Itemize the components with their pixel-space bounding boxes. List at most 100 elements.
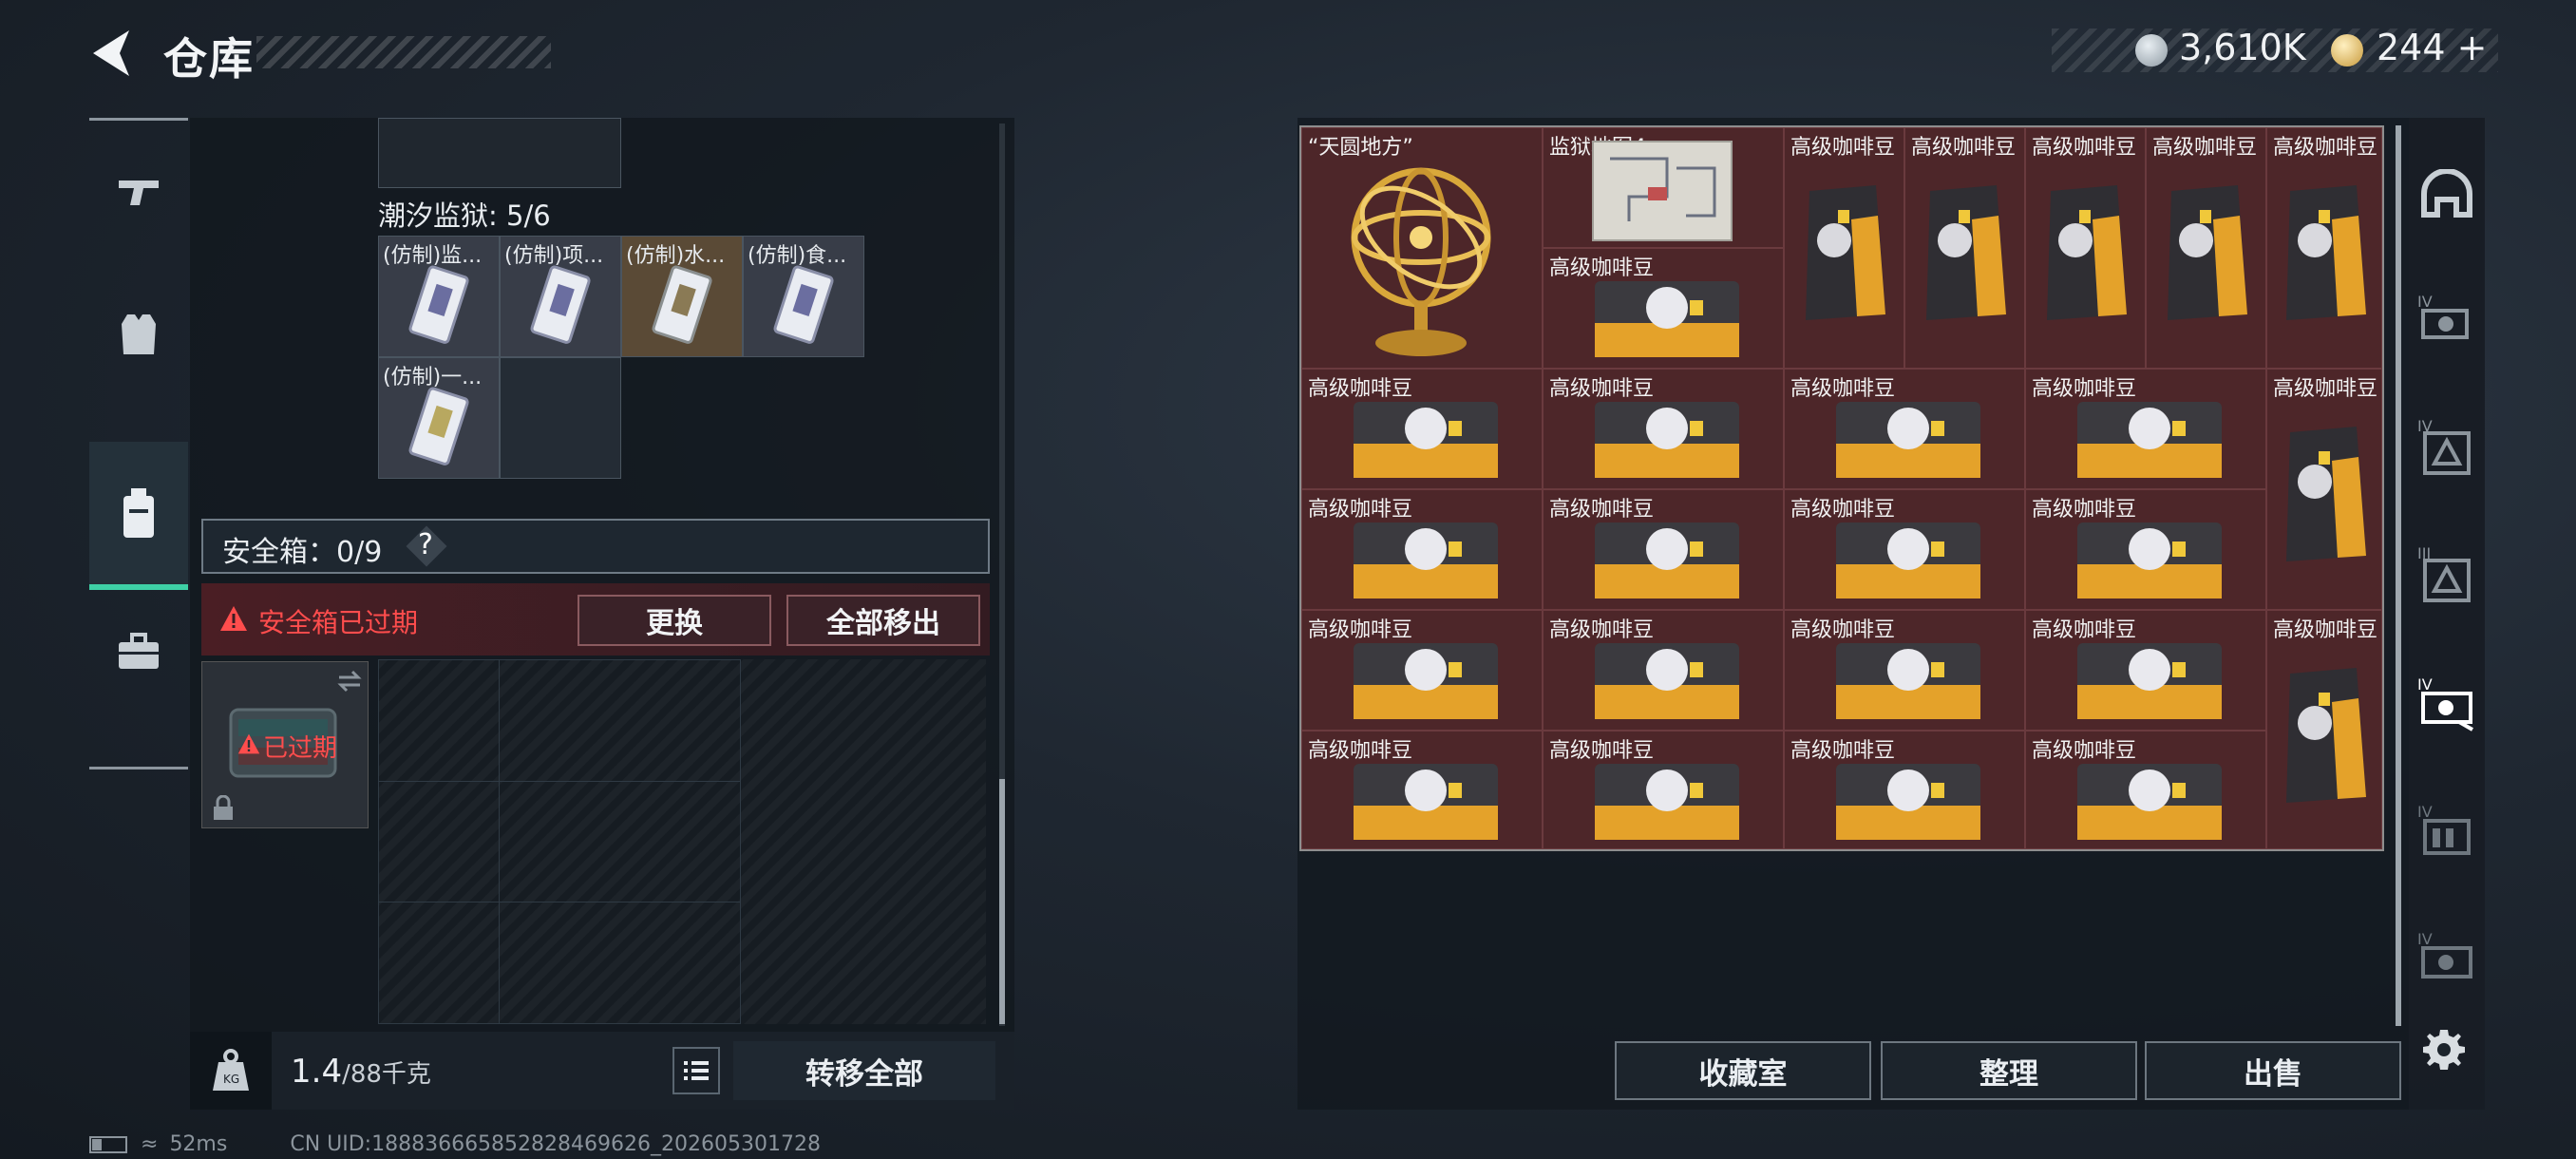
stash-item-coffee[interactable]: 高级咖啡豆 xyxy=(1301,610,1543,731)
stash-item-coffee[interactable]: 高级咖啡豆 xyxy=(2266,127,2382,369)
grid-cell-empty[interactable] xyxy=(378,118,621,188)
svg-text:IV: IV xyxy=(2417,293,2433,311)
stash-item-coffee[interactable]: 高级咖啡豆 xyxy=(1784,127,1904,369)
nav-weapon[interactable] xyxy=(89,121,188,263)
nav-backpack[interactable] xyxy=(89,442,188,590)
stash-item-coffee[interactable]: 高级咖啡豆 xyxy=(2266,610,2382,849)
coffee-bag-icon xyxy=(1354,643,1498,719)
nav-console2[interactable]: IV xyxy=(2409,910,2485,1005)
nav-storage[interactable]: IV xyxy=(2409,783,2485,878)
stash-item-coffee[interactable]: 高级咖啡豆 xyxy=(2025,489,2266,610)
title-stripe xyxy=(256,36,551,68)
sell-button[interactable]: 出售 xyxy=(2145,1041,2401,1100)
map-icon xyxy=(1592,141,1733,241)
swap-icon[interactable] xyxy=(335,670,364,693)
stash-item-coffee[interactable]: 高级咖啡豆 xyxy=(1543,731,1784,849)
stash-item-coffee[interactable]: 高级咖啡豆 xyxy=(1301,731,1543,849)
armillary-sphere-icon xyxy=(1351,167,1491,356)
console2-icon: IV xyxy=(2417,930,2472,978)
coffee-bag-icon xyxy=(2077,402,2222,478)
grid-cell-empty[interactable] xyxy=(500,357,621,479)
nav-armor[interactable] xyxy=(89,263,188,406)
list-icon[interactable] xyxy=(672,1047,720,1094)
ping-text: 52ms xyxy=(169,1132,228,1156)
prison-section-label: 潮汐监狱: 5/6 xyxy=(378,200,551,232)
stash-item-coffee[interactable]: 高级咖啡豆 xyxy=(1784,489,2025,610)
coffee-bag-icon xyxy=(2077,522,2222,598)
keycard-icon xyxy=(408,387,469,466)
stash-item-coffee[interactable]: 高级咖啡豆 xyxy=(1784,610,2025,731)
warning-icon xyxy=(237,733,260,754)
nav-tool2[interactable]: III xyxy=(2409,526,2485,621)
prison-item-3[interactable]: (仿制)水... xyxy=(621,236,743,357)
coffee-bag-icon xyxy=(1595,402,1739,478)
stash-item-coffee[interactable]: 高级咖啡豆 xyxy=(1301,489,1543,610)
nav-case[interactable] xyxy=(89,580,188,723)
wifi-icon: ≈ xyxy=(141,1132,159,1156)
transfer-all-button[interactable]: 转移全部 xyxy=(733,1041,995,1100)
stash-item-coffee[interactable]: 高级咖啡豆 xyxy=(2025,369,2266,489)
coffee-bag-icon xyxy=(2077,643,2222,719)
prison-item-2[interactable]: (仿制)项... xyxy=(500,236,621,357)
svg-text:IV: IV xyxy=(2417,930,2433,948)
stash-item-coffee[interactable]: 高级咖啡豆 xyxy=(1543,610,1784,731)
coffee-bag-icon xyxy=(1836,764,1980,840)
coffee-bag-icon xyxy=(1354,402,1498,478)
prison-item-5[interactable]: (仿制)一... xyxy=(378,357,500,479)
nav-tool[interactable]: IV xyxy=(2409,399,2485,494)
stash-item-coffee[interactable]: 高级咖啡豆 xyxy=(1543,489,1784,610)
gold-amount[interactable]: 244 + xyxy=(2377,27,2487,68)
prison-item-4[interactable]: (仿制)食... xyxy=(743,236,864,357)
move-all-out-button[interactable]: 全部移出 xyxy=(786,595,980,646)
stash-item-coffee[interactable]: 高级咖啡豆 xyxy=(1543,369,1784,489)
tool-icon: IV xyxy=(2417,417,2471,475)
left-nav xyxy=(89,118,188,770)
coffee-bag-upright-icon xyxy=(2286,185,2366,320)
back-arrow-icon[interactable] xyxy=(87,27,135,80)
stash-item-coffee[interactable]: 高级咖啡豆 xyxy=(1784,369,2025,489)
organize-button[interactable]: 整理 xyxy=(1881,1041,2137,1100)
weight-kg-icon: KG xyxy=(213,1049,249,1091)
storage-icon: IV xyxy=(2417,803,2471,855)
keycard-icon xyxy=(652,265,712,344)
page-title: 仓库 xyxy=(163,33,255,85)
coffee-bag-icon xyxy=(1836,402,1980,478)
safebox-item[interactable]: 已过期 xyxy=(201,661,369,828)
prison-item-1[interactable]: (仿制)监... xyxy=(378,236,500,357)
coffee-bag-upright-icon xyxy=(2286,427,2366,561)
right-scrollbar[interactable] xyxy=(2396,125,2401,1026)
svg-text:KG: KG xyxy=(223,1073,239,1086)
weight-display: 1.4/88千克 xyxy=(291,1053,431,1091)
nav-helmet[interactable] xyxy=(2409,146,2485,241)
stash-item-coffee[interactable]: 高级咖啡豆 xyxy=(2025,127,2146,369)
left-scrollbar-thumb[interactable] xyxy=(999,779,1005,1024)
camera-icon: IV xyxy=(2417,293,2469,339)
stash-item-coffee[interactable]: 高级咖啡豆 xyxy=(1904,127,2025,369)
console-icon: IV xyxy=(2417,675,2473,732)
briefcase-icon xyxy=(119,633,159,669)
lock-icon xyxy=(214,795,233,820)
stash-item-coffee[interactable]: 高级咖啡豆 xyxy=(2025,731,2266,849)
gun-icon xyxy=(119,180,159,205)
vest-icon xyxy=(122,314,156,354)
settings-gear-icon[interactable] xyxy=(2420,1026,2468,1074)
safebox-item-status: 已过期 xyxy=(263,734,338,763)
coffee-bag-icon xyxy=(1595,643,1739,719)
stash-item-coffee[interactable]: 高级咖啡豆 xyxy=(2266,369,2382,610)
helmet-icon xyxy=(2421,169,2472,218)
coffee-bag-icon xyxy=(1354,764,1498,840)
stash-item-armillary[interactable]: “天圆地方” xyxy=(1301,127,1543,369)
stash-item-map[interactable]: 监狱地图4 xyxy=(1543,127,1784,248)
nav-camera[interactable]: IV xyxy=(2409,270,2485,365)
add-currency-icon[interactable]: + xyxy=(2446,27,2488,68)
stash-item-coffee[interactable]: 高级咖啡豆 xyxy=(1543,248,1784,369)
nav-console[interactable]: IV xyxy=(2409,656,2485,750)
stash-item-coffee[interactable]: 高级咖啡豆 xyxy=(2146,127,2266,369)
stash-item-coffee[interactable]: 高级咖啡豆 xyxy=(1784,731,2025,849)
stash-item-coffee[interactable]: 高级咖啡豆 xyxy=(2025,610,2266,731)
stash-item-coffee[interactable]: 高级咖啡豆 xyxy=(1301,369,1543,489)
replace-button[interactable]: 更换 xyxy=(578,595,771,646)
warning-icon xyxy=(220,606,247,631)
collection-room-button[interactable]: 收藏室 xyxy=(1615,1041,1871,1100)
tool2-icon: III xyxy=(2417,544,2471,602)
